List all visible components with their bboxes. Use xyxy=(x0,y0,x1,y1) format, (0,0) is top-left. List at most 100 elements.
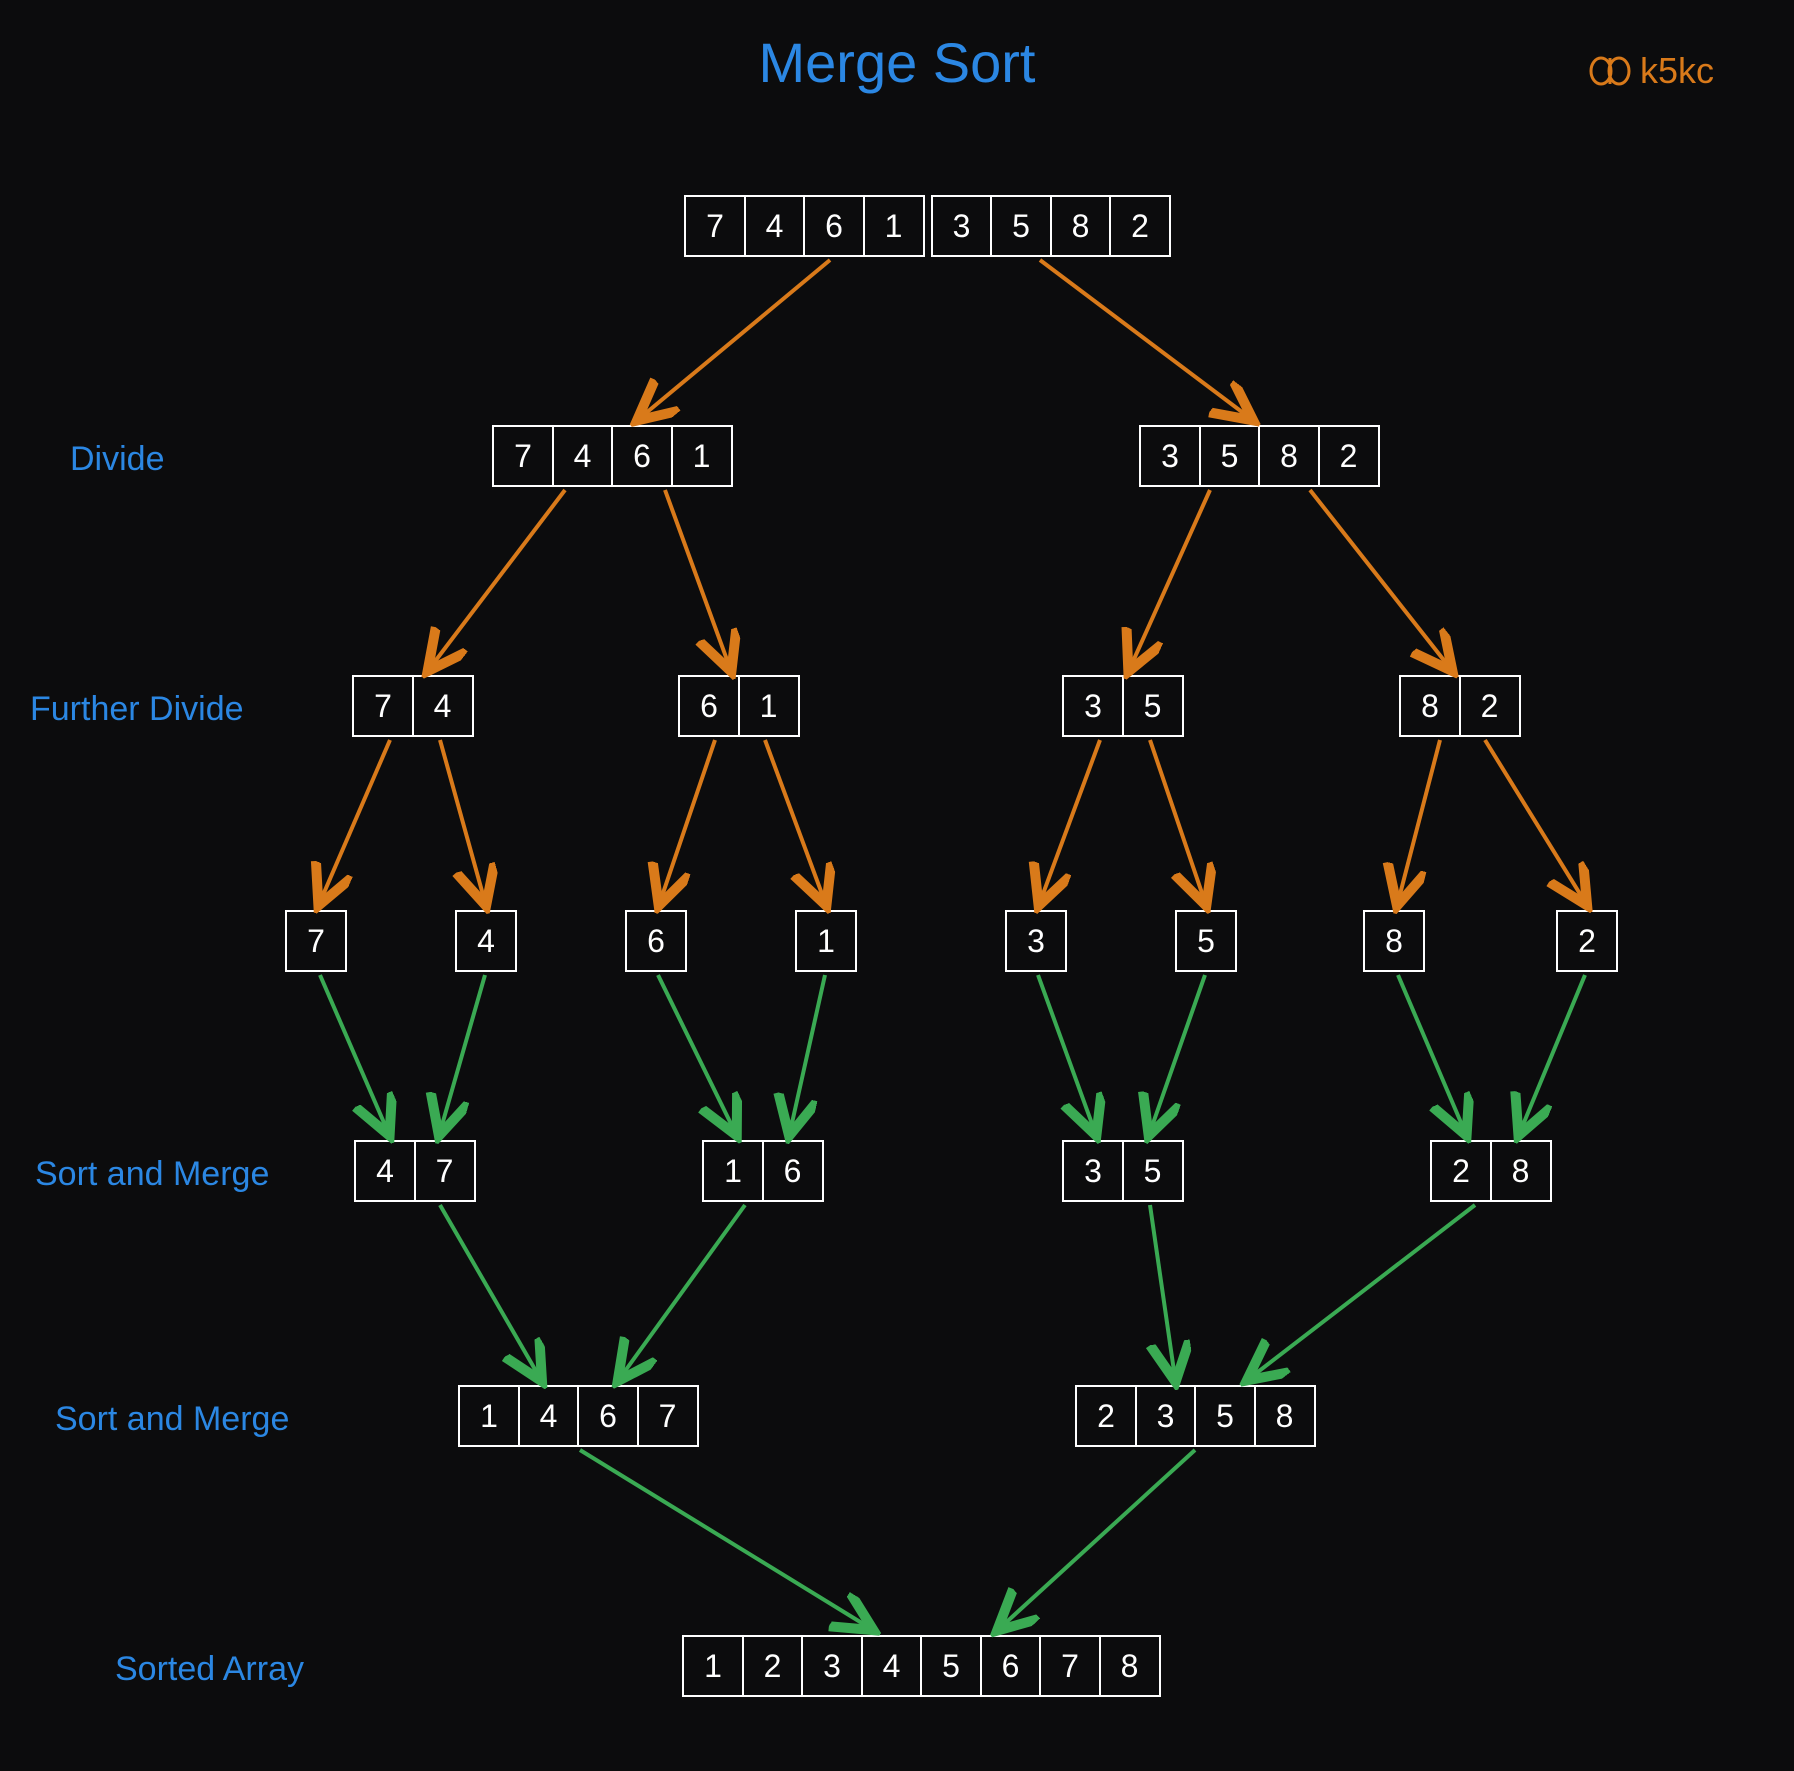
cell: 2 xyxy=(1109,195,1171,257)
cell: 1 xyxy=(863,195,925,257)
cell: 7 xyxy=(352,675,414,737)
cell: 1 xyxy=(795,910,857,972)
cell: 5 xyxy=(1194,1385,1256,1447)
divide-arrow xyxy=(1150,740,1205,902)
cell: 2 xyxy=(742,1635,804,1697)
cell: 1 xyxy=(671,425,733,487)
cell: 4 xyxy=(744,195,806,257)
cell: 1 xyxy=(738,675,800,737)
brand-icon xyxy=(1588,56,1632,86)
diagram-title: Merge Sort xyxy=(0,30,1794,95)
cell: 6 xyxy=(762,1140,824,1202)
array-level0: 7 4 6 1 3 5 8 2 xyxy=(684,195,1171,257)
stage-label-further-divide: Further Divide xyxy=(30,690,244,729)
cell: 2 xyxy=(1459,675,1521,737)
cell: 7 xyxy=(285,910,347,972)
merge-arrow xyxy=(440,1205,540,1378)
cell: 2 xyxy=(1318,425,1380,487)
array-level3-3: 1 xyxy=(795,910,857,972)
brand-text: k5kc xyxy=(1640,50,1714,92)
cell: 4 xyxy=(354,1140,416,1202)
array-merge1-0: 4 7 xyxy=(354,1140,476,1202)
divide-arrow xyxy=(1040,260,1250,418)
cell: 4 xyxy=(518,1385,580,1447)
merge-arrow xyxy=(620,1205,745,1378)
cell: 3 xyxy=(1135,1385,1197,1447)
cell: 4 xyxy=(455,910,517,972)
array-level2-1: 6 1 xyxy=(678,675,800,737)
divide-arrow xyxy=(320,740,390,902)
cell: 8 xyxy=(1254,1385,1316,1447)
cell: 2 xyxy=(1075,1385,1137,1447)
cell: 3 xyxy=(931,195,993,257)
array-merge2-left: 1 4 6 7 xyxy=(458,1385,699,1447)
cell: 3 xyxy=(1139,425,1201,487)
cell: 7 xyxy=(414,1140,476,1202)
array-level3-7: 2 xyxy=(1556,910,1618,972)
divide-arrow xyxy=(765,740,825,902)
cell: 7 xyxy=(684,195,746,257)
cell: 3 xyxy=(1062,675,1124,737)
cell: 3 xyxy=(801,1635,863,1697)
cell: 5 xyxy=(1122,675,1184,737)
cell: 5 xyxy=(1199,425,1261,487)
cell: 6 xyxy=(577,1385,639,1447)
cell: 6 xyxy=(803,195,865,257)
merge-arrow xyxy=(1150,975,1205,1132)
merge-arrow xyxy=(1000,1450,1195,1628)
cell: 5 xyxy=(990,195,1052,257)
array-level3-5: 5 xyxy=(1175,910,1237,972)
divide-arrow xyxy=(640,260,830,418)
merge-arrow xyxy=(1038,975,1095,1132)
divide-arrow xyxy=(1310,490,1450,668)
merge-arrow xyxy=(580,1450,870,1628)
array-merge1-1: 1 6 xyxy=(702,1140,824,1202)
cell: 7 xyxy=(492,425,554,487)
merge-arrow xyxy=(1520,975,1585,1132)
array-merge2-right: 2 3 5 8 xyxy=(1075,1385,1316,1447)
arrows-layer xyxy=(0,0,1794,1771)
divide-arrow xyxy=(430,490,565,668)
cell: 3 xyxy=(1062,1140,1124,1202)
merge-arrow xyxy=(658,975,735,1132)
array-level3-2: 6 xyxy=(625,910,687,972)
array-level1-right: 3 5 8 2 xyxy=(1139,425,1380,487)
merge-arrow xyxy=(320,975,388,1132)
cell: 1 xyxy=(458,1385,520,1447)
divide-arrow xyxy=(1398,740,1440,902)
merge-arrow xyxy=(1250,1205,1475,1378)
array-sorted: 1 2 3 4 5 6 7 8 xyxy=(682,1635,1161,1697)
divide-arrow xyxy=(1485,740,1585,902)
cell: 4 xyxy=(861,1635,923,1697)
stage-label-sort-merge-1: Sort and Merge xyxy=(35,1155,269,1194)
stage-label-divide: Divide xyxy=(70,440,164,479)
cell: 2 xyxy=(1430,1140,1492,1202)
cell: 5 xyxy=(920,1635,982,1697)
cell: 8 xyxy=(1050,195,1112,257)
stage-label-sort-merge-2: Sort and Merge xyxy=(55,1400,289,1439)
merge-arrow xyxy=(1398,975,1465,1132)
array-merge1-2: 3 5 xyxy=(1062,1140,1184,1202)
cell: 3 xyxy=(1005,910,1067,972)
cell: 2 xyxy=(1556,910,1618,972)
divide-arrow xyxy=(1040,740,1100,902)
cell: 8 xyxy=(1363,910,1425,972)
divide-arrow xyxy=(660,740,715,902)
divide-arrow xyxy=(1130,490,1210,668)
cell: 8 xyxy=(1399,675,1461,737)
array-level2-2: 3 5 xyxy=(1062,675,1184,737)
array-level3-6: 8 xyxy=(1363,910,1425,972)
array-level2-0: 7 4 xyxy=(352,675,474,737)
array-level2-3: 8 2 xyxy=(1399,675,1521,737)
cell: 5 xyxy=(1175,910,1237,972)
merge-arrow xyxy=(1150,1205,1175,1378)
cell: 4 xyxy=(412,675,474,737)
merge-arrow xyxy=(440,975,485,1132)
cell: 6 xyxy=(611,425,673,487)
brand-logo: k5kc xyxy=(1588,50,1714,92)
cell: 7 xyxy=(1039,1635,1101,1697)
cell: 6 xyxy=(625,910,687,972)
array-level1-left: 7 4 6 1 xyxy=(492,425,733,487)
array-merge1-3: 2 8 xyxy=(1430,1140,1552,1202)
cell: 1 xyxy=(682,1635,744,1697)
